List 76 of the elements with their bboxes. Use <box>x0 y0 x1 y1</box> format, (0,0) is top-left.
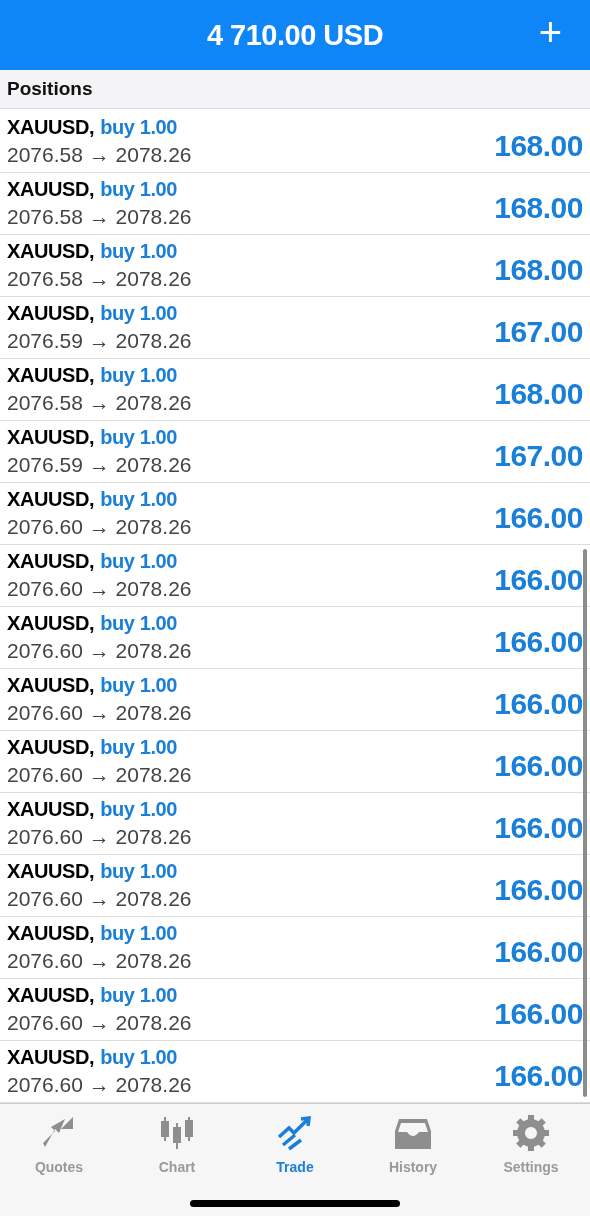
symbol: XAUUSD, <box>7 922 95 945</box>
order-type: buy 1.00 <box>100 736 178 759</box>
symbol: XAUUSD, <box>7 1046 95 1069</box>
price-range: 2076.58 → 2078.26 <box>7 267 192 291</box>
price-range: 2076.59 → 2078.26 <box>7 453 192 477</box>
profit-value: 167.00 <box>494 438 583 473</box>
symbol: XAUUSD, <box>7 674 95 697</box>
order-type: buy 1.00 <box>100 488 178 511</box>
profit-value: 168.00 <box>494 252 583 287</box>
profit-value: 166.00 <box>494 500 583 535</box>
profit-value: 166.00 <box>494 872 583 907</box>
order-type: buy 1.00 <box>100 1046 178 1069</box>
profit-value: 166.00 <box>494 624 583 659</box>
order-type: buy 1.00 <box>100 364 178 387</box>
section-title: Positions <box>7 78 93 100</box>
symbol: XAUUSD, <box>7 488 95 511</box>
order-type: buy 1.00 <box>100 984 178 1007</box>
order-type: buy 1.00 <box>100 798 178 821</box>
profit-value: 166.00 <box>494 1058 583 1093</box>
price-range: 2076.58 → 2078.26 <box>7 143 192 167</box>
position-row[interactable]: XAUUSD, buy 1.00 2076.59 → 2078.26 167.00 <box>0 421 590 483</box>
price-range: 2076.60 → 2078.26 <box>7 949 192 973</box>
position-row[interactable]: XAUUSD, buy 1.00 2076.60 → 2078.26 166.00 <box>0 483 590 545</box>
order-type: buy 1.00 <box>100 860 178 883</box>
order-type: buy 1.00 <box>100 178 178 201</box>
price-range: 2076.60 → 2078.26 <box>7 701 192 725</box>
profit-value: 166.00 <box>494 996 583 1031</box>
symbol: XAUUSD, <box>7 736 95 759</box>
symbol: XAUUSD, <box>7 426 95 449</box>
profit-value: 166.00 <box>494 810 583 845</box>
price-range: 2076.60 → 2078.26 <box>7 1011 192 1035</box>
symbol: XAUUSD, <box>7 302 95 325</box>
order-type: buy 1.00 <box>100 674 178 697</box>
profit-value: 168.00 <box>494 190 583 225</box>
price-range: 2076.60 → 2078.26 <box>7 515 192 539</box>
order-type: buy 1.00 <box>100 240 178 263</box>
profit-value: 166.00 <box>494 748 583 783</box>
symbol: XAUUSD, <box>7 612 95 635</box>
symbol: XAUUSD, <box>7 550 95 573</box>
settings-icon <box>511 1113 551 1153</box>
price-range: 2076.58 → 2078.26 <box>7 391 192 415</box>
order-type: buy 1.00 <box>100 302 178 325</box>
add-button[interactable]: + <box>534 12 566 52</box>
price-range: 2076.59 → 2078.26 <box>7 329 192 353</box>
profit-value: 166.00 <box>494 686 583 721</box>
order-type: buy 1.00 <box>100 426 178 449</box>
order-type: buy 1.00 <box>100 116 178 139</box>
price-range: 2076.60 → 2078.26 <box>7 763 192 787</box>
symbol: XAUUSD, <box>7 116 95 139</box>
profit-value: 167.00 <box>494 314 583 349</box>
order-type: buy 1.00 <box>100 612 178 635</box>
profit-value: 166.00 <box>494 934 583 969</box>
position-row[interactable]: XAUUSD, buy 1.00 2076.58 → 2078.26 168.00 <box>0 359 590 421</box>
symbol: XAUUSD, <box>7 364 95 387</box>
profit-value: 166.00 <box>494 562 583 597</box>
account-balance: 4 710.00 USD <box>206 18 384 52</box>
profit-value: 168.00 <box>494 376 583 411</box>
symbol: XAUUSD, <box>7 860 95 883</box>
order-type: buy 1.00 <box>100 922 178 945</box>
order-type: buy 1.00 <box>100 550 178 573</box>
position-row[interactable]: XAUUSD, buy 1.00 2076.59 → 2078.26 167.00 <box>0 297 590 359</box>
position-row[interactable]: XAUUSD, buy 1.00 2076.58 → 2078.26 168.00 <box>0 173 590 235</box>
price-range: 2076.60 → 2078.26 <box>7 825 192 849</box>
position-row[interactable]: XAUUSD, buy 1.00 2076.58 → 2078.26 168.00 <box>0 111 590 173</box>
price-range: 2076.58 → 2078.26 <box>7 205 192 229</box>
profit-value: 168.00 <box>494 128 583 163</box>
price-range: 2076.60 → 2078.26 <box>7 577 192 601</box>
price-range: 2076.60 → 2078.26 <box>7 1073 192 1097</box>
tab[interactable]: Trade <box>236 1104 354 1176</box>
symbol: XAUUSD, <box>7 798 95 821</box>
price-range: 2076.60 → 2078.26 <box>7 887 192 911</box>
symbol: XAUUSD, <box>7 178 95 201</box>
price-range: 2076.60 → 2078.26 <box>7 639 192 663</box>
symbol: XAUUSD, <box>7 984 95 1007</box>
position-row[interactable]: XAUUSD, buy 1.00 2076.58 → 2078.26 168.00 <box>0 235 590 297</box>
symbol: XAUUSD, <box>7 240 95 263</box>
